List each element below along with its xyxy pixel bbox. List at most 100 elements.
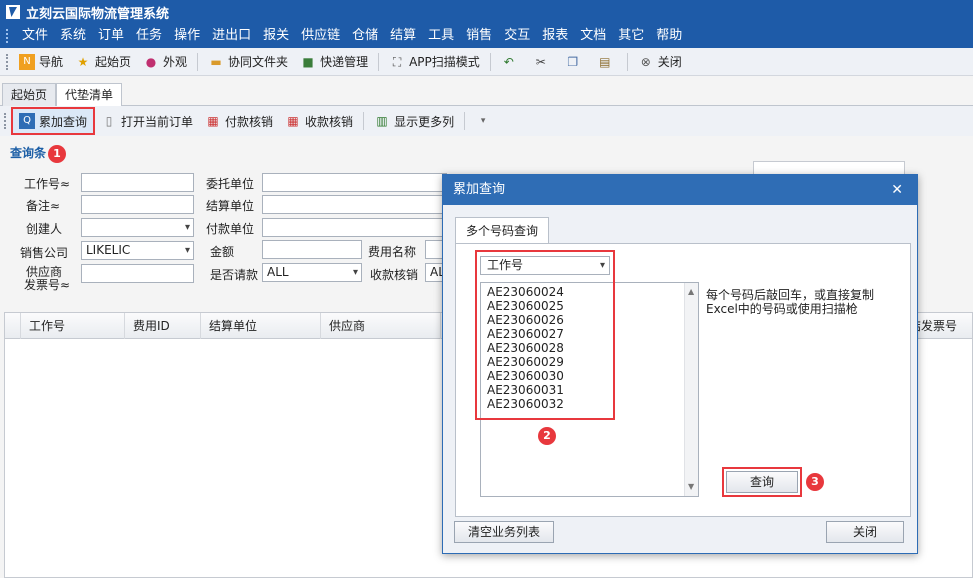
cumulative-query-label: 累加查询 xyxy=(39,114,88,129)
home-button[interactable]: ★ 起始页 xyxy=(69,50,137,74)
document-icon: ▯ xyxy=(105,114,113,128)
remark-input[interactable] xyxy=(81,195,194,214)
pay-unit-input[interactable] xyxy=(262,218,447,237)
is-requested-label: 是否请款 xyxy=(209,268,258,282)
menu-order[interactable]: 订单 xyxy=(92,24,130,48)
menu-warehouse[interactable]: 仓储 xyxy=(346,24,384,48)
dialog-header: 累加查询 ✕ xyxy=(443,175,917,205)
menu-help[interactable]: 帮助 xyxy=(650,24,688,48)
shared-folder-button[interactable]: ▬ 协同文件夹 xyxy=(202,50,294,74)
copy-button[interactable]: ❐ xyxy=(559,50,591,74)
express-button[interactable]: ■ 快递管理 xyxy=(294,50,374,74)
input-hint: 每个号码后敲回车，或直接复制Excel中的号码或使用扫描枪 xyxy=(706,288,875,316)
grid-col-job-no[interactable]: 工作号 xyxy=(21,313,125,339)
clear-business-list-button[interactable]: 清空业务列表 xyxy=(454,521,554,543)
app-scan-button[interactable]: ⛶ APP扫描模式 xyxy=(383,50,486,74)
undo-button[interactable]: ↶ xyxy=(495,50,527,74)
toolbar-separator xyxy=(378,52,380,71)
creator-label: 创建人 xyxy=(25,222,62,236)
appearance-button[interactable]: ● 外观 xyxy=(137,50,193,74)
nav-button[interactable]: N 导航 xyxy=(13,50,69,74)
callout-badge-2: 2 xyxy=(538,427,556,445)
pay-unit-label: 付款单位 xyxy=(205,222,254,236)
amount-label: 金额 xyxy=(209,245,234,259)
textarea-scrollbar[interactable]: ▲ ▼ xyxy=(684,283,698,496)
paste-button[interactable]: ▤ xyxy=(591,50,623,74)
nav-icon: N xyxy=(19,53,35,70)
cut-button[interactable]: ✂ xyxy=(527,50,559,74)
toolbar-grip xyxy=(6,53,9,70)
dialog-close-button[interactable]: 关闭 xyxy=(826,521,904,543)
fee-name-label: 费用名称 xyxy=(367,245,416,259)
grid-col-settle-unit[interactable]: 结算单位 xyxy=(201,313,321,339)
scan-icon: ⛶ xyxy=(392,54,402,69)
callout-badge-1: 1 xyxy=(48,145,66,163)
job-no-input[interactable] xyxy=(81,173,194,192)
menu-bar: 文件 系统 订单 任务 操作 进出口 报关 供应链 仓储 结算 工具 销售 交互… xyxy=(0,24,973,48)
paste-icon: ▤ xyxy=(599,54,611,69)
dialog-title: 累加查询 xyxy=(453,182,506,197)
tab-start-page[interactable]: 起始页 xyxy=(2,83,57,106)
menu-import-export[interactable]: 进出口 xyxy=(206,24,257,48)
undo-icon: ↶ xyxy=(503,54,514,69)
settle-unit-input[interactable] xyxy=(262,195,447,214)
toolbar-separator xyxy=(197,52,199,71)
menu-interaction[interactable]: 交互 xyxy=(498,24,536,48)
menu-sales[interactable]: 销售 xyxy=(460,24,498,48)
app-title: 立刻云国际物流管理系统 xyxy=(26,6,170,22)
toolbar-separator xyxy=(464,112,466,130)
grid-row-header xyxy=(5,313,21,339)
callout-badge-3: 3 xyxy=(806,473,824,491)
grid-col-supplier[interactable]: 供应商 xyxy=(321,313,441,339)
menu-task[interactable]: 任务 xyxy=(130,24,168,48)
menu-reports[interactable]: 报表 xyxy=(536,24,574,48)
show-more-columns-label: 显示更多列 xyxy=(394,114,455,129)
menu-supply-chain[interactable]: 供应链 xyxy=(295,24,346,48)
menu-customs[interactable]: 报关 xyxy=(257,24,295,48)
menu-grip xyxy=(6,29,10,43)
is-requested-select[interactable]: ALL xyxy=(262,263,362,282)
close-button[interactable]: ⊗ 关闭 xyxy=(632,50,688,74)
toolbar-separator xyxy=(626,52,628,71)
toolbar-grip xyxy=(4,113,7,129)
settle-unit-label: 结算单位 xyxy=(205,199,254,213)
tab-advance-list[interactable]: 代垫清单 xyxy=(56,83,123,106)
toolbar-overflow-button[interactable]: ▾ xyxy=(469,109,501,133)
remark-label: 备注≈ xyxy=(25,199,60,213)
receive-verify-label: 收款核销 xyxy=(369,268,418,282)
title-bar: 立刻云国际物流管理系统 xyxy=(0,0,973,24)
toolbar-separator xyxy=(489,52,491,71)
amount-input[interactable] xyxy=(262,240,362,259)
scroll-up-icon[interactable]: ▲ xyxy=(688,285,694,299)
menu-settlement[interactable]: 结算 xyxy=(384,24,422,48)
menu-operation[interactable]: 操作 xyxy=(168,24,206,48)
open-order-button[interactable]: ▯ 打开当前订单 xyxy=(95,109,199,133)
menu-file[interactable]: 文件 xyxy=(16,24,54,48)
copy-icon: ❐ xyxy=(567,54,579,69)
express-label: 快递管理 xyxy=(320,55,369,69)
supplier-invoice-input[interactable] xyxy=(81,264,194,283)
tab-multi-number-query[interactable]: 多个号码查询 xyxy=(455,217,550,243)
palette-icon: ● xyxy=(145,54,157,69)
menu-system[interactable]: 系统 xyxy=(54,24,92,48)
shared-folder-label: 协同文件夹 xyxy=(228,55,289,69)
close-icon[interactable]: ✕ xyxy=(891,175,903,205)
list-toolbar: Q 累加查询 ▯ 打开当前订单 ▦ 付款核销 ▦ 收款核销 ▥ 显示更多列 ▾ xyxy=(0,106,973,136)
receive-verify-button[interactable]: ▦ 收款核销 xyxy=(279,109,359,133)
menu-documents[interactable]: 文档 xyxy=(574,24,612,48)
creator-select[interactable] xyxy=(81,218,194,237)
nav-label: 导航 xyxy=(39,55,64,69)
client-label: 委托单位 xyxy=(205,177,254,191)
menu-other[interactable]: 其它 xyxy=(612,24,650,48)
sales-company-select[interactable]: LIKELIC xyxy=(81,241,194,260)
folder-icon: ▬ xyxy=(210,54,222,69)
grid-col-fee-id[interactable]: 费用ID xyxy=(125,313,201,339)
scroll-down-icon[interactable]: ▼ xyxy=(688,480,694,494)
cumulative-query-button[interactable]: Q 累加查询 xyxy=(11,107,96,135)
show-more-columns-button[interactable]: ▥ 显示更多列 xyxy=(368,109,460,133)
client-input[interactable] xyxy=(262,173,447,192)
menu-tools[interactable]: 工具 xyxy=(422,24,460,48)
close-label: 关闭 xyxy=(657,55,682,69)
pay-verify-button[interactable]: ▦ 付款核销 xyxy=(199,109,279,133)
highlight-box-2 xyxy=(475,250,615,420)
